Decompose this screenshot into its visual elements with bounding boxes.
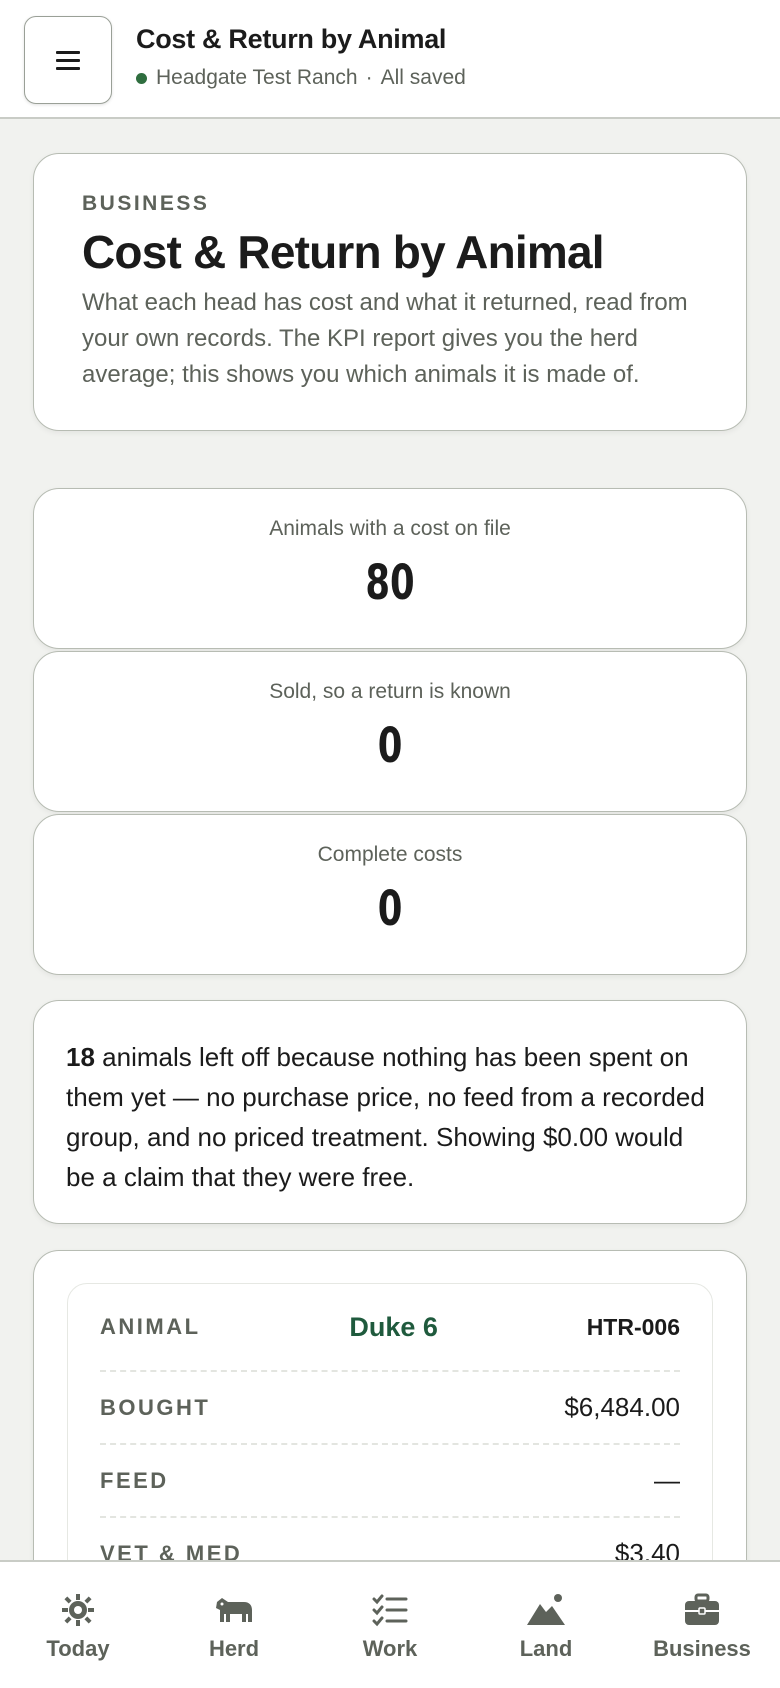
- animal-row: ANIMAL Duke 6 HTR-006: [100, 1284, 680, 1372]
- page-header-title: Cost & Return by Animal: [136, 24, 447, 54]
- nav-item-herd[interactable]: Herd: [156, 1562, 312, 1688]
- nav-item-business[interactable]: Business: [624, 1562, 780, 1688]
- nav-label: Today: [46, 1636, 110, 1661]
- page-title: Cost & Return by Animal: [82, 226, 605, 278]
- stat-label: Complete costs: [317, 843, 463, 866]
- stat-card-complete-costs: Complete costs 0: [33, 814, 747, 975]
- nav-label: Business: [653, 1636, 751, 1661]
- hamburger-icon: [56, 50, 80, 70]
- stat-card-animals-with-cost: Animals with a cost on file 80: [33, 488, 747, 649]
- saved-status-dot-icon: [136, 72, 147, 84]
- excluded-animals-note: 18 animals left off because nothing has …: [33, 1000, 747, 1224]
- ranch-status: Headgate Test Ranch · All saved: [136, 66, 466, 90]
- cost-row-feed: FEED —: [100, 1445, 680, 1518]
- nav-label: Work: [362, 1636, 418, 1661]
- sun-gear-icon: [62, 1594, 94, 1626]
- briefcase-icon: [685, 1593, 719, 1625]
- cost-value: $6,484.00: [564, 1392, 680, 1422]
- stat-label: Animals with a cost on file: [269, 517, 511, 540]
- note-text: 18 animals left off because nothing has …: [66, 1037, 714, 1197]
- checklist-icon: [372, 1594, 408, 1627]
- cost-row-bought: BOUGHT $6,484.00: [100, 1372, 680, 1445]
- nav-item-land[interactable]: Land: [468, 1562, 624, 1688]
- bottom-nav: Today Herd Work Land Business: [0, 1560, 780, 1688]
- cost-label: BOUGHT: [100, 1394, 211, 1420]
- excluded-count: 18: [66, 1042, 95, 1072]
- separator: ·: [365, 66, 373, 89]
- cost-label: FEED: [100, 1467, 169, 1493]
- note-body: animals left off because nothing has bee…: [66, 1042, 705, 1192]
- cost-value: —: [654, 1465, 680, 1495]
- cow-icon: [216, 1598, 252, 1622]
- animal-tag: HTR-006: [586, 1313, 680, 1340]
- stat-value: 0: [377, 881, 403, 937]
- stat-label: Sold, so a return is known: [269, 680, 511, 703]
- menu-button[interactable]: [24, 16, 112, 104]
- ranch-name: Headgate Test Ranch: [156, 66, 358, 89]
- animal-label: ANIMAL: [100, 1314, 201, 1339]
- mountain-icon: [527, 1594, 565, 1625]
- stat-card-sold: Sold, so a return is known 0: [33, 651, 747, 812]
- nav-label: Herd: [208, 1636, 260, 1661]
- intro-card: BUSINESS Cost & Return by Animal What ea…: [33, 153, 747, 431]
- save-status: All saved: [380, 66, 466, 89]
- section-eyebrow: BUSINESS: [82, 192, 210, 215]
- stat-value: 80: [365, 555, 415, 611]
- animal-name-link[interactable]: Duke 6: [349, 1312, 438, 1343]
- stat-value: 0: [377, 718, 403, 774]
- nav-item-today[interactable]: Today: [0, 1562, 156, 1688]
- nav-label: Land: [519, 1636, 573, 1661]
- top-bar: Cost & Return by Animal Headgate Test Ra…: [0, 0, 780, 119]
- nav-item-work[interactable]: Work: [312, 1562, 468, 1688]
- page-description: What each head has cost and what it retu…: [82, 288, 688, 388]
